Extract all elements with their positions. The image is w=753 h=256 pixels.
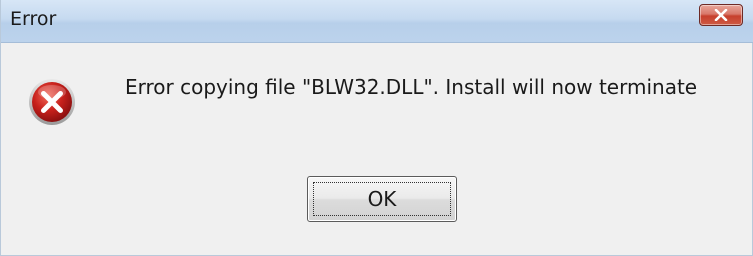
error-message: Error copying file "BLW32.DLL". Install … [125,75,698,99]
title-bar[interactable]: Error [1,0,753,43]
window-title: Error [10,8,57,30]
dialog-body: Error copying file "BLW32.DLL". Install … [1,43,753,256]
error-dialog: Error Error copying file "BLW32.DLL". In… [0,0,753,256]
ok-button-label: OK [367,187,397,211]
ok-button[interactable]: OK [307,176,457,222]
close-button[interactable] [699,4,743,26]
close-x-icon [714,9,728,21]
error-icon [29,79,75,125]
